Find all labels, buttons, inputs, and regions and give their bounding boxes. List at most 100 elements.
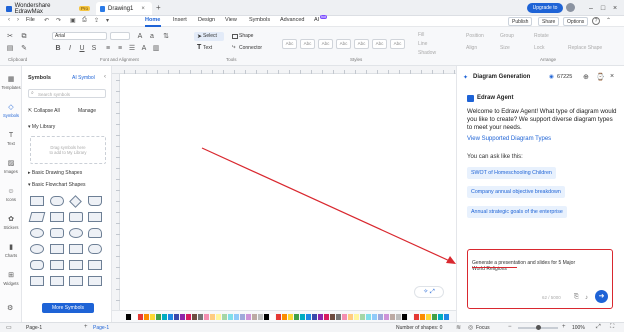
color-swatch[interactable] [186, 314, 191, 320]
underline-icon[interactable]: U [78, 45, 86, 53]
menu-view[interactable]: View [225, 17, 237, 23]
color-swatch[interactable] [216, 314, 221, 320]
color-swatch[interactable] [150, 314, 155, 320]
shape-circle[interactable] [30, 228, 44, 238]
position-button[interactable]: Position [466, 33, 484, 39]
color-swatch[interactable] [222, 314, 227, 320]
menu-insert[interactable]: Insert [173, 17, 187, 23]
color-swatch[interactable] [378, 314, 383, 320]
paste-icon[interactable]: ▤ [6, 45, 14, 53]
view-supported-types-link[interactable]: View Supported Diagram Types [467, 136, 551, 142]
color-swatch[interactable] [156, 314, 161, 320]
fit-page-icon[interactable]: ⤢ [596, 324, 601, 331]
color-swatch[interactable] [228, 314, 233, 320]
page-layout-icon[interactable]: ▭ [6, 324, 12, 331]
style-preset-1[interactable]: Abc [282, 39, 297, 49]
shadow-button[interactable]: Shadow [418, 50, 436, 56]
search-box[interactable]: ⌕ Search symbols [28, 89, 106, 98]
rail-symbols[interactable]: ◇ Symbols [0, 104, 22, 118]
line-button[interactable]: Line [418, 41, 427, 47]
shape-storage[interactable] [88, 244, 102, 254]
color-swatch[interactable] [192, 314, 197, 320]
collapse-ribbon-icon[interactable]: ⌃ [606, 17, 611, 24]
shrink-font-icon[interactable]: a [148, 33, 156, 41]
save-icon[interactable]: ▣ [70, 17, 76, 24]
color-swatch[interactable] [252, 314, 257, 320]
color-swatch[interactable] [282, 314, 287, 320]
color-swatch[interactable] [414, 314, 419, 320]
manage-button[interactable]: Manage [78, 108, 96, 114]
color-swatch[interactable] [258, 314, 263, 320]
color-swatch[interactable] [324, 314, 329, 320]
color-swatch[interactable] [384, 314, 389, 320]
shape-yes-circle[interactable] [30, 244, 44, 254]
connector-tool[interactable]: Connector [230, 44, 266, 53]
shape-collate[interactable] [30, 276, 44, 286]
menu-home[interactable]: Home [145, 17, 160, 23]
close-panel-icon[interactable]: × [610, 73, 614, 80]
color-swatch[interactable] [168, 314, 173, 320]
color-swatch[interactable] [312, 314, 317, 320]
focus-button[interactable]: Focus [476, 325, 490, 331]
color-swatch[interactable] [366, 314, 371, 320]
color-swatch[interactable] [336, 314, 341, 320]
undo-icon[interactable]: ↶ [44, 17, 49, 24]
options-button[interactable]: Options [563, 17, 589, 26]
rail-stickers[interactable]: ✿ Stickers [0, 216, 22, 230]
history-icon[interactable]: ⌚ [596, 73, 605, 81]
zoom-out-icon[interactable]: − [508, 324, 512, 330]
send-icon[interactable]: ➜ [595, 290, 608, 303]
color-swatch[interactable] [300, 314, 305, 320]
rail-icons[interactable]: ☺ Icons [0, 188, 22, 202]
basic-flowchart-toggle[interactable]: ▾ Basic Flowchart Shapes [28, 182, 86, 188]
color-swatch[interactable] [210, 314, 215, 320]
shape-card[interactable] [50, 244, 64, 254]
library-drop-zone[interactable]: Drag symbols here to add to My Library [30, 136, 106, 164]
color-swatch[interactable] [432, 314, 437, 320]
suggestion-chip[interactable]: Annual strategic goals of the enterprise [467, 206, 567, 218]
minimize-icon[interactable]: – [586, 3, 596, 13]
menu-design[interactable]: Design [198, 17, 215, 23]
shape-preparation[interactable] [50, 228, 64, 238]
shape-predefined[interactable] [50, 212, 64, 222]
export-icon[interactable]: ⇪ [94, 17, 99, 24]
zoom-in-icon[interactable]: + [562, 324, 566, 330]
style-preset-6[interactable]: Abc [372, 39, 387, 49]
rail-charts[interactable]: ▮ Charts [0, 244, 22, 258]
more-icon[interactable]: ▾ [106, 17, 109, 24]
color-swatch[interactable] [288, 314, 293, 320]
suggestion-chip[interactable]: Company annual objective breakdown [467, 186, 565, 198]
shape-document[interactable] [88, 196, 102, 206]
color-swatch[interactable] [402, 314, 407, 320]
settings-icon[interactable]: ⚙ [7, 304, 13, 312]
color-swatch[interactable] [420, 314, 425, 320]
collapse-panel-icon[interactable]: ‹ [104, 74, 106, 80]
new-tab-button[interactable]: + [156, 3, 161, 12]
forward-icon[interactable]: › [17, 17, 19, 23]
rail-templates[interactable]: ▦ Templates [0, 76, 22, 90]
replace-shape-button[interactable]: Replace Shape [568, 45, 602, 51]
color-swatch[interactable] [294, 314, 299, 320]
shape-delay[interactable] [88, 228, 102, 238]
grow-font-icon[interactable]: A [136, 33, 144, 41]
shape-data[interactable] [28, 212, 46, 222]
zoom-slider-thumb[interactable] [536, 325, 541, 330]
strikethrough-icon[interactable]: S [90, 45, 98, 53]
shape-connector[interactable] [69, 228, 83, 238]
document-tab[interactable]: Drawing1 × [96, 2, 152, 15]
style-preset-4[interactable]: Abc [336, 39, 351, 49]
attach-icon[interactable]: ⎘ [574, 294, 579, 301]
color-swatch[interactable] [138, 314, 143, 320]
close-window-icon[interactable]: × [610, 3, 620, 13]
avatar[interactable] [566, 3, 575, 12]
prompt-input[interactable]: Generate a presentation and slides for 5… [467, 249, 613, 309]
menu-file[interactable]: File [26, 17, 35, 23]
color-swatch[interactable] [270, 314, 275, 320]
font-color-icon[interactable]: A [140, 45, 148, 53]
rotate-button[interactable]: Rotate [534, 33, 549, 39]
color-swatch[interactable] [390, 314, 395, 320]
ai-assist-float-button[interactable]: ✧ ⤢ [414, 286, 444, 298]
color-swatch[interactable] [264, 314, 269, 320]
color-swatch[interactable] [438, 314, 443, 320]
color-swatch[interactable] [372, 314, 377, 320]
